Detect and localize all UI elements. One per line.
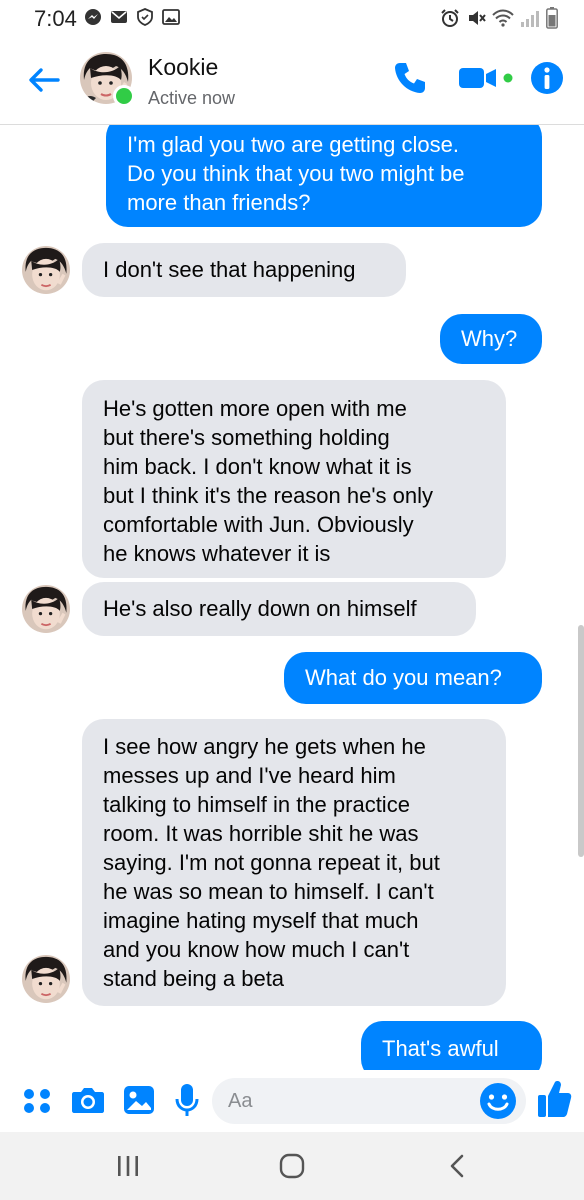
video-icon[interactable] (458, 60, 516, 96)
home-icon[interactable] (278, 1152, 306, 1180)
wifi-icon (492, 9, 514, 27)
message-input-placeholder: Aa (228, 1090, 253, 1112)
menu-dots-icon[interactable] (22, 1082, 52, 1118)
message-thread[interactable]: I'm glad you two are getting close. Do y… (0, 125, 584, 1070)
messenger-icon (85, 9, 101, 25)
contact-active-status: Active now (148, 88, 236, 108)
incoming-message[interactable]: He's also really down on himself (82, 582, 476, 636)
shield-icon (137, 8, 153, 26)
outgoing-message[interactable]: That's awful (361, 1021, 542, 1070)
outgoing-message[interactable]: Why? (440, 314, 542, 364)
scrollbar[interactable] (578, 625, 584, 857)
outgoing-message[interactable]: I'm glad you two are getting close. Do y… (106, 125, 542, 227)
battery-icon (546, 7, 558, 29)
phone-icon[interactable] (392, 60, 428, 96)
signal-icon (521, 11, 539, 27)
outgoing-message[interactable]: What do you mean? (284, 652, 542, 704)
contact-message-avatar (22, 246, 70, 294)
active-status-dot (113, 85, 135, 107)
incoming-message[interactable]: I see how angry he gets when he messes u… (82, 719, 506, 1006)
recent-apps-icon[interactable] (114, 1152, 142, 1180)
contact-avatar[interactable] (80, 52, 135, 107)
alarm-icon (441, 9, 459, 27)
incoming-message[interactable]: He's gotten more open with me but there'… (82, 380, 506, 578)
thumbs-up-icon[interactable] (536, 1078, 572, 1120)
back-arrow-icon[interactable] (26, 62, 62, 98)
contact-message-avatar (22, 955, 70, 1003)
mail-icon (111, 11, 127, 23)
camera-icon[interactable] (70, 1082, 106, 1118)
composer-bar: Aa (0, 1070, 584, 1132)
gallery-icon[interactable] (122, 1082, 156, 1118)
image-icon (162, 9, 180, 25)
back-icon[interactable] (444, 1152, 472, 1180)
contact-message-avatar (22, 585, 70, 633)
system-navigation-bar (0, 1132, 584, 1200)
conversation-header: Kookie Active now (0, 36, 584, 125)
info-icon[interactable] (530, 60, 564, 96)
emoji-icon[interactable] (478, 1081, 518, 1121)
mute-icon (469, 11, 486, 25)
status-bar: 7:04 (0, 0, 584, 36)
contact-name[interactable]: Kookie (148, 54, 218, 81)
status-time: 7:04 (34, 6, 77, 31)
incoming-message[interactable]: I don't see that happening (82, 243, 406, 297)
microphone-icon[interactable] (174, 1082, 200, 1118)
